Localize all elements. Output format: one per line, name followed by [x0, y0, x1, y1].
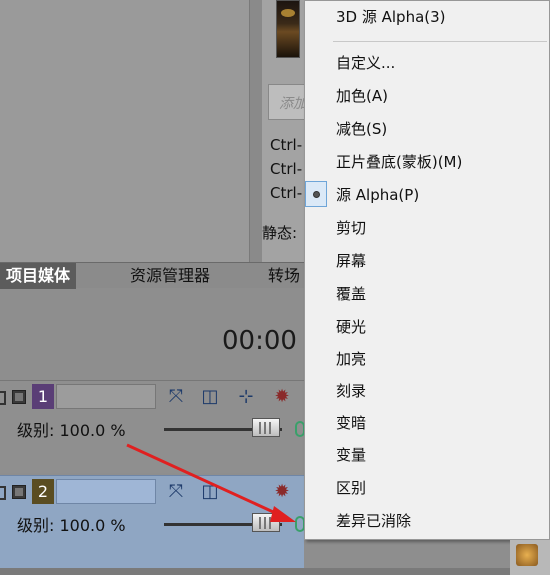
track-name-field[interactable]: [56, 479, 156, 504]
video-track-icon: [12, 485, 26, 499]
composite-mode-menu: 3D 源 Alpha(3) 自定义... 加色(A) 减色(S) 正片叠底(蒙板…: [304, 0, 550, 540]
media-thumbnail[interactable]: [276, 0, 300, 58]
timeline-timecode: 00:00: [222, 326, 297, 356]
project-media-panel[interactable]: [0, 0, 250, 262]
track-fx-icon[interactable]: ✹: [270, 480, 294, 504]
add-box[interactable]: 添加: [268, 84, 308, 120]
menu-item-difference-squared[interactable]: 差异已消除: [336, 509, 411, 533]
menu-item-add[interactable]: 加色(A): [336, 84, 388, 108]
tab-project-media[interactable]: 项目媒体: [0, 263, 77, 289]
track-fx-icon[interactable]: ✹: [270, 385, 294, 409]
menu-item-subtract[interactable]: 减色(S): [336, 117, 387, 141]
composite-mode-icon[interactable]: ⤧: [164, 480, 188, 504]
level-slider-thumb[interactable]: [252, 513, 280, 532]
level-slider-thumb[interactable]: [252, 418, 280, 437]
track-number: 1: [32, 384, 54, 409]
menu-item-source-alpha[interactable]: 源 Alpha(P): [336, 183, 419, 207]
parent-composite-icon[interactable]: ◫: [198, 480, 222, 504]
menu-item-burn[interactable]: 刻录: [336, 379, 366, 403]
menu-item-darken[interactable]: 变暗: [336, 411, 366, 435]
shortcut-label-2: Ctrl-: [270, 160, 303, 178]
menu-item-dodge[interactable]: 加亮: [336, 347, 366, 371]
video-track-1[interactable]: 1 ⤧ ◫ ⊹ ✹ 级别: 100.0 %: [0, 380, 305, 473]
menu-item-multiply[interactable]: 正片叠底(蒙板)(M): [336, 150, 462, 174]
track-expand-icon[interactable]: [0, 391, 6, 405]
add-placeholder: 添加: [279, 96, 307, 112]
static-label: 静态:: [262, 224, 298, 242]
shortcut-label-1: Ctrl-: [270, 136, 303, 154]
menu-item-custom[interactable]: 自定义...: [336, 51, 395, 75]
video-track-icon: [12, 390, 26, 404]
track-number: 2: [32, 479, 54, 504]
bottom-tab-bar: 项目媒体 资源管理器 转场: [0, 262, 304, 289]
level-label: 级别: 100.0 %: [17, 516, 126, 535]
timeline-clip-thumbnail[interactable]: [510, 540, 550, 575]
menu-item-lighten[interactable]: 变量: [336, 443, 366, 467]
timeline-bottom-bar: [0, 568, 510, 575]
panel-splitter[interactable]: [250, 0, 262, 262]
menu-item-label: 3D 源 Alpha(3): [336, 8, 446, 26]
menu-item-overlay[interactable]: 覆盖: [336, 282, 366, 306]
radio-dot-icon: [313, 191, 320, 198]
motion-icon[interactable]: ⊹: [234, 385, 258, 409]
shortcut-label-3: Ctrl-: [270, 184, 303, 202]
tab-transitions[interactable]: 转场: [268, 263, 300, 289]
track-name-field[interactable]: [56, 384, 156, 409]
menu-item-cut[interactable]: 剪切: [336, 216, 366, 240]
video-track-2[interactable]: 2 ⤧ ◫ ✹ 级别: 100.0 %: [0, 475, 305, 568]
menu-item-difference[interactable]: 区别: [336, 476, 366, 500]
media-info-panel: 添加 Ctrl- Ctrl- Ctrl- 静态:: [262, 0, 308, 262]
menu-item-3d-source-alpha[interactable]: 3D 源 Alpha(3): [336, 5, 446, 29]
menu-separator: [333, 41, 547, 42]
parent-composite-icon[interactable]: ◫: [198, 385, 222, 409]
tab-explorer[interactable]: 资源管理器: [130, 263, 210, 289]
menu-item-screen[interactable]: 屏幕: [336, 249, 366, 273]
selected-item-marker: [305, 181, 327, 207]
menu-item-hard-light[interactable]: 硬光: [336, 315, 366, 339]
track-expand-icon[interactable]: [0, 486, 6, 500]
level-label: 级别: 100.0 %: [17, 421, 126, 440]
composite-mode-icon[interactable]: ⤧: [164, 385, 188, 409]
